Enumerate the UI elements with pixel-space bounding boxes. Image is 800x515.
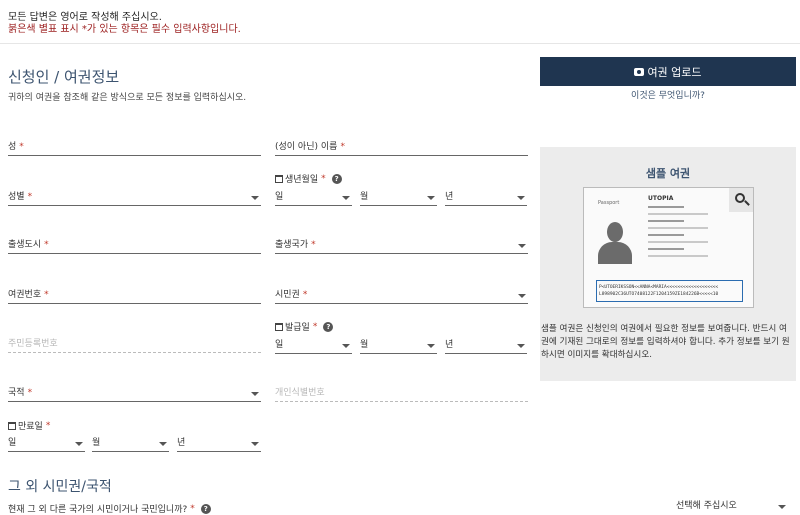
chevron-down-icon: [251, 196, 259, 200]
expiry-month-select[interactable]: 월: [92, 432, 169, 452]
expiry-year-select[interactable]: 년: [177, 432, 261, 452]
issue-day-select[interactable]: 일: [275, 334, 352, 354]
required-mark: *: [311, 240, 316, 250]
birth-year-select[interactable]: 년: [445, 186, 527, 206]
other-citizenship-title: 그 외 시민권/국적: [8, 479, 112, 495]
required-mark: *: [27, 192, 33, 202]
issue-year-select[interactable]: 년: [445, 334, 527, 354]
surname-label: 성: [8, 142, 17, 152]
divider: [0, 43, 800, 44]
select-placeholder: 선택해 주십시오: [676, 501, 737, 511]
section-subtitle: 귀하의 여권을 참조해 같은 방식으로 모든 정보를 입력하십시오.: [8, 93, 247, 103]
chevron-down-icon: [251, 442, 259, 446]
birth-city-field[interactable]: 출생도시 *: [8, 234, 261, 254]
notice-required: 붉은색 별표 표시 *가 있는 항목은 필수 입력사항입니다.: [8, 24, 241, 35]
chevron-down-icon: [251, 392, 259, 396]
upload-button-label: 여권 업로드: [647, 65, 702, 79]
calendar-icon: [275, 322, 283, 331]
issue-month-select[interactable]: 월: [360, 334, 437, 354]
calendar-icon: [275, 174, 283, 183]
birth-country-select[interactable]: 출생국가 *: [275, 234, 528, 254]
sample-passport-image[interactable]: Passport UTOPIA P<UTOERIKSSON<<ANNA<MARI…: [583, 187, 754, 308]
other-citizenship-question: 현재 그 외 다른 국가의 시민이거나 국민입니까? * ?: [8, 502, 211, 515]
birth-country-label: 출생국가: [275, 240, 309, 250]
personal-id-placeholder: 개인식별번호: [275, 388, 325, 398]
given-name-label: (성이 아닌) 이름: [275, 142, 338, 152]
chevron-down-icon: [778, 505, 786, 509]
birth-month-select[interactable]: 월: [360, 186, 437, 206]
help-icon[interactable]: ?: [200, 503, 211, 514]
sample-description: 샘플 여권은 신청인의 여권에서 필요한 정보를 보여줍니다. 반드시 여권에 …: [541, 324, 790, 360]
national-id-field[interactable]: 주민등록번호: [8, 333, 261, 353]
required-mark: *: [44, 290, 49, 300]
passport-label: Passport: [598, 200, 620, 206]
required-mark: *: [44, 240, 49, 250]
calendar-icon: [8, 421, 16, 430]
personal-id-field[interactable]: 개인식별번호: [275, 382, 528, 402]
nationality-label: 국적: [8, 388, 25, 398]
help-icon[interactable]: ?: [323, 321, 334, 332]
required-mark: *: [302, 290, 308, 300]
passport-number-field[interactable]: 여권번호 *: [8, 284, 261, 304]
mrz-line-2: L898902C36UTO7408122F1204159ZE184226B<<<…: [599, 292, 719, 297]
passport-text-lines: [648, 206, 738, 262]
gender-select[interactable]: 성별 *: [8, 186, 261, 206]
mrz-line-1: P<UTOERIKSSON<<ANNA<MARIA<<<<<<<<<<<<<<<…: [599, 285, 719, 290]
surname-field[interactable]: 성 *: [8, 136, 261, 156]
chevron-down-icon: [518, 294, 526, 298]
gender-label: 성별: [8, 192, 25, 202]
section-title: 신청인 / 여권정보: [8, 68, 120, 86]
person-silhouette-icon: [596, 222, 634, 266]
given-name-field[interactable]: (성이 아닌) 이름 *: [275, 136, 528, 156]
sample-passport-panel: 샘플 여권 Passport UTOPIA P<UTOERIKSSON<<ANN…: [540, 147, 796, 381]
required-mark: *: [19, 142, 24, 152]
camera-icon: [634, 67, 645, 76]
passport-mrz: P<UTOERIKSSON<<ANNA<MARIA<<<<<<<<<<<<<<<…: [596, 280, 743, 302]
chevron-down-icon: [342, 196, 350, 200]
sample-title: 샘플 여권: [645, 167, 691, 180]
birth-day-select[interactable]: 일: [275, 186, 352, 206]
chevron-down-icon: [517, 344, 525, 348]
chevron-down-icon: [517, 196, 525, 200]
nationality-select[interactable]: 국적 *: [8, 382, 261, 402]
chevron-down-icon: [159, 442, 167, 446]
upload-passport-button[interactable]: 여권 업로드: [540, 57, 796, 86]
passport-country: UTOPIA: [648, 195, 674, 202]
other-citizenship-select[interactable]: 선택해 주십시오: [676, 498, 788, 515]
chevron-down-icon: [342, 344, 350, 348]
required-mark: *: [27, 388, 33, 398]
issue-date-label: 발급일 * ?: [275, 320, 334, 333]
magnify-icon[interactable]: [729, 188, 753, 212]
citizenship-select[interactable]: 시민권 *: [275, 284, 528, 304]
chevron-down-icon: [75, 442, 83, 446]
passport-number-label: 여권번호: [8, 290, 42, 300]
birth-date-label: 생년월일 * ?: [275, 172, 342, 185]
chevron-down-icon: [427, 344, 435, 348]
help-icon[interactable]: ?: [331, 173, 342, 184]
birth-city-label: 출생도시: [8, 240, 42, 250]
required-mark: *: [340, 142, 345, 152]
chevron-down-icon: [427, 196, 435, 200]
national-id-placeholder: 주민등록번호: [8, 339, 58, 349]
what-is-this-link[interactable]: 이것은 무엇입니까?: [540, 88, 796, 101]
expiry-date-label: 만료일 *: [8, 419, 50, 432]
citizenship-label: 시민권: [275, 290, 300, 300]
chevron-down-icon: [518, 244, 526, 248]
expiry-day-select[interactable]: 일: [8, 432, 85, 452]
